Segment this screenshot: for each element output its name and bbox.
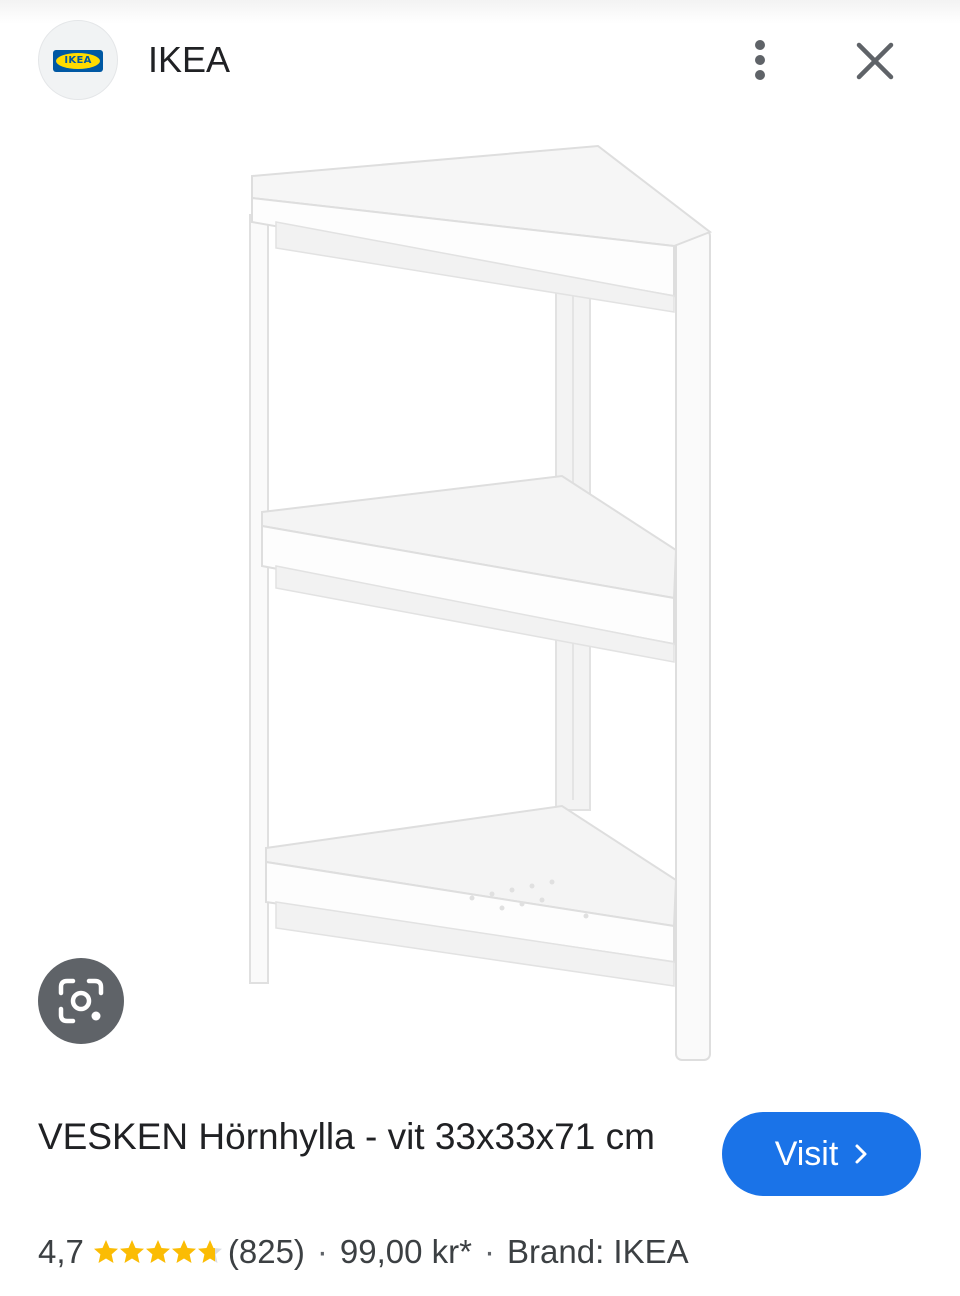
rating-stars (92, 1238, 222, 1266)
separator: · (484, 1233, 496, 1270)
logo-text: IKEA (56, 53, 100, 69)
close-button[interactable] (850, 36, 900, 86)
site-name[interactable]: IKEA (148, 38, 230, 82)
rating-value: 4,7 (38, 1233, 84, 1270)
more-vert-icon (755, 40, 765, 80)
site-logo[interactable]: IKEA (38, 20, 118, 100)
star-icon (145, 1240, 170, 1263)
product-meta: 4,7 (825) · 99,00 kr* · Brand: IKEA (38, 1228, 689, 1276)
lens-search-button[interactable] (38, 958, 124, 1044)
more-options-button[interactable] (740, 36, 780, 86)
header: IKEA IKEA (0, 0, 960, 120)
chevron-right-icon (855, 1144, 867, 1164)
price: 99,00 kr* (339, 1233, 473, 1270)
ikea-logo-icon: IKEA (53, 50, 103, 72)
star-icon (197, 1240, 222, 1263)
separator: · (316, 1233, 328, 1270)
product-title[interactable]: VESKEN Hörnhylla - vit 33x33x71 cm (38, 1112, 698, 1162)
star-icon (171, 1240, 196, 1263)
review-count[interactable]: (825) (228, 1233, 305, 1271)
product-image[interactable] (200, 120, 760, 1080)
visit-label: Visit (774, 1135, 839, 1173)
brand: Brand: IKEA (507, 1233, 689, 1270)
star-icon (93, 1240, 118, 1263)
visit-button[interactable]: Visit (722, 1112, 921, 1196)
lens-icon (58, 978, 104, 1024)
close-icon (856, 42, 894, 80)
corner-shelf-illustration (249, 144, 713, 1061)
star-icon (119, 1240, 144, 1263)
